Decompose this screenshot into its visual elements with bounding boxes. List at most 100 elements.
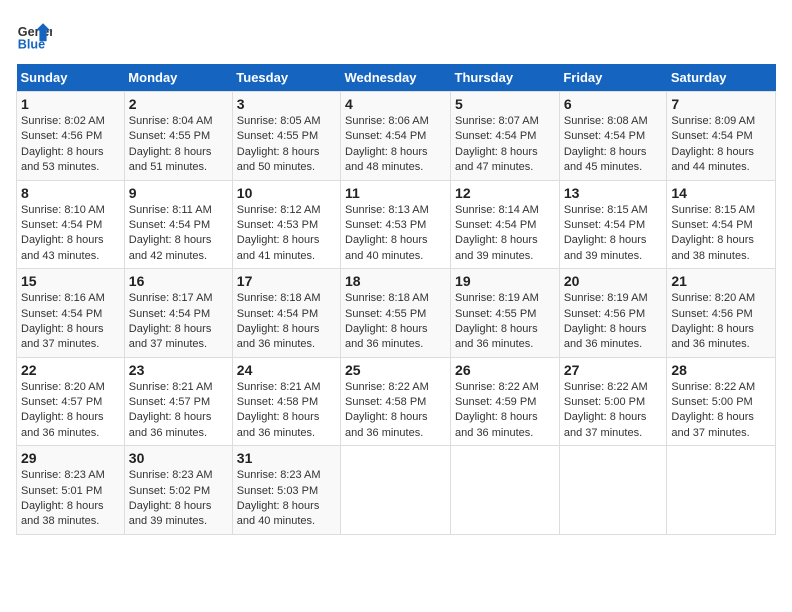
day-number: 14: [671, 185, 771, 201]
day-info: Sunrise: 8:22 AM Sunset: 5:00 PM Dayligh…: [564, 380, 663, 442]
day-info: Sunrise: 8:15 AM Sunset: 4:54 PM Dayligh…: [671, 203, 771, 265]
day-number: 27: [564, 362, 663, 378]
calendar-cell: 3 Sunrise: 8:05 AM Sunset: 4:55 PM Daylig…: [232, 92, 340, 181]
calendar-cell: 6Sunrise: 8:08 AM Sunset: 4:54 PM Daylig…: [559, 92, 667, 181]
day-info: Sunrise: 8:15 AM Sunset: 4:54 PM Dayligh…: [564, 203, 663, 265]
column-header-sunday: Sunday: [17, 64, 125, 92]
column-header-monday: Monday: [124, 64, 232, 92]
calendar-cell: [559, 446, 667, 535]
day-info: Sunrise: 8:21 AM Sunset: 4:57 PM Dayligh…: [129, 380, 228, 442]
calendar-cell: 2 Sunrise: 8:04 AM Sunset: 4:55 PM Daylig…: [124, 92, 232, 181]
calendar-cell: 31Sunrise: 8:23 AM Sunset: 5:03 PM Dayli…: [232, 446, 340, 535]
day-number: 19: [455, 273, 555, 289]
day-number: 22: [21, 362, 120, 378]
day-number: 13: [564, 185, 663, 201]
calendar-cell: 1Sunrise: 8:02 AM Sunset: 4:56 PM Daylig…: [17, 92, 125, 181]
calendar-cell: 12 Sunrise: 8:14 AM Sunset: 4:54 PM Dayli…: [451, 180, 560, 269]
day-info: Sunrise: 8:17 AM Sunset: 4:54 PM Dayligh…: [129, 291, 228, 353]
day-number: 10: [237, 185, 336, 201]
day-number: 26: [455, 362, 555, 378]
day-info: Sunrise: 8:07 AM Sunset: 4:54 PM Dayligh…: [455, 114, 555, 176]
day-info: Sunrise: 8:04 AM Sunset: 4:55 PM Dayligh…: [129, 114, 228, 176]
calendar-cell: 29 Sunrise: 8:23 AM Sunset: 5:01 PM Dayli…: [17, 446, 125, 535]
day-info: Sunrise: 8:23 AM Sunset: 5:03 PM Dayligh…: [237, 468, 336, 530]
day-number: 3: [237, 96, 336, 112]
day-number: 18: [345, 273, 446, 289]
calendar-cell: [667, 446, 776, 535]
week-row-2: 8Sunrise: 8:10 AM Sunset: 4:54 PM Daylig…: [17, 180, 776, 269]
day-info: Sunrise: 8:20 AM Sunset: 4:56 PM Dayligh…: [671, 291, 771, 353]
day-info: Sunrise: 8:13 AM Sunset: 4:53 PM Dayligh…: [345, 203, 446, 265]
calendar-cell: [341, 446, 451, 535]
day-number: 7: [671, 96, 771, 112]
column-header-friday: Friday: [559, 64, 667, 92]
calendar-cell: 21 Sunrise: 8:20 AM Sunset: 4:56 PM Dayli…: [667, 269, 776, 358]
day-info: Sunrise: 8:22 AM Sunset: 4:58 PM Dayligh…: [345, 380, 446, 442]
day-info: Sunrise: 8:06 AM Sunset: 4:54 PM Dayligh…: [345, 114, 446, 176]
day-info: Sunrise: 8:19 AM Sunset: 4:55 PM Dayligh…: [455, 291, 555, 353]
column-headers: SundayMondayTuesdayWednesdayThursdayFrid…: [17, 64, 776, 92]
day-info: Sunrise: 8:22 AM Sunset: 5:00 PM Dayligh…: [671, 380, 771, 442]
day-number: 30: [129, 450, 228, 466]
calendar-cell: 25 Sunrise: 8:22 AM Sunset: 4:58 PM Dayli…: [341, 357, 451, 446]
calendar-table: SundayMondayTuesdayWednesdayThursdayFrid…: [16, 64, 776, 535]
calendar-cell: 18 Sunrise: 8:18 AM Sunset: 4:55 PM Dayli…: [341, 269, 451, 358]
day-info: Sunrise: 8:05 AM Sunset: 4:55 PM Dayligh…: [237, 114, 336, 176]
calendar-cell: 9 Sunrise: 8:11 AM Sunset: 4:54 PM Daylig…: [124, 180, 232, 269]
column-header-saturday: Saturday: [667, 64, 776, 92]
calendar-cell: 7 Sunrise: 8:09 AM Sunset: 4:54 PM Daylig…: [667, 92, 776, 181]
calendar-cell: 13 Sunrise: 8:15 AM Sunset: 4:54 PM Dayli…: [559, 180, 667, 269]
calendar-cell: 15Sunrise: 8:16 AM Sunset: 4:54 PM Dayli…: [17, 269, 125, 358]
day-info: Sunrise: 8:21 AM Sunset: 4:58 PM Dayligh…: [237, 380, 336, 442]
week-row-4: 22 Sunrise: 8:20 AM Sunset: 4:57 PM Dayli…: [17, 357, 776, 446]
week-row-3: 15Sunrise: 8:16 AM Sunset: 4:54 PM Dayli…: [17, 269, 776, 358]
day-info: Sunrise: 8:18 AM Sunset: 4:55 PM Dayligh…: [345, 291, 446, 353]
calendar-cell: 23Sunrise: 8:21 AM Sunset: 4:57 PM Dayli…: [124, 357, 232, 446]
logo-icon: General Blue: [16, 16, 52, 52]
day-number: 9: [129, 185, 228, 201]
day-number: 6: [564, 96, 663, 112]
day-number: 5: [455, 96, 555, 112]
day-info: Sunrise: 8:19 AM Sunset: 4:56 PM Dayligh…: [564, 291, 663, 353]
page-header: General Blue: [16, 16, 776, 52]
calendar-cell: 11 Sunrise: 8:13 AM Sunset: 4:53 PM Dayli…: [341, 180, 451, 269]
week-row-1: 1Sunrise: 8:02 AM Sunset: 4:56 PM Daylig…: [17, 92, 776, 181]
day-info: Sunrise: 8:02 AM Sunset: 4:56 PM Dayligh…: [21, 114, 120, 176]
day-number: 16: [129, 273, 228, 289]
calendar-cell: 5 Sunrise: 8:07 AM Sunset: 4:54 PM Daylig…: [451, 92, 560, 181]
day-info: Sunrise: 8:18 AM Sunset: 4:54 PM Dayligh…: [237, 291, 336, 353]
day-info: Sunrise: 8:23 AM Sunset: 5:02 PM Dayligh…: [129, 468, 228, 530]
day-info: Sunrise: 8:16 AM Sunset: 4:54 PM Dayligh…: [21, 291, 120, 353]
day-number: 2: [129, 96, 228, 112]
day-info: Sunrise: 8:10 AM Sunset: 4:54 PM Dayligh…: [21, 203, 120, 265]
calendar-cell: 16 Sunrise: 8:17 AM Sunset: 4:54 PM Dayli…: [124, 269, 232, 358]
calendar-cell: 28 Sunrise: 8:22 AM Sunset: 5:00 PM Dayli…: [667, 357, 776, 446]
calendar-cell: 22 Sunrise: 8:20 AM Sunset: 4:57 PM Dayli…: [17, 357, 125, 446]
calendar-cell: 30 Sunrise: 8:23 AM Sunset: 5:02 PM Dayli…: [124, 446, 232, 535]
day-number: 4: [345, 96, 446, 112]
calendar-cell: 26 Sunrise: 8:22 AM Sunset: 4:59 PM Dayli…: [451, 357, 560, 446]
calendar-cell: 14 Sunrise: 8:15 AM Sunset: 4:54 PM Dayli…: [667, 180, 776, 269]
day-number: 28: [671, 362, 771, 378]
day-info: Sunrise: 8:11 AM Sunset: 4:54 PM Dayligh…: [129, 203, 228, 265]
calendar-cell: [451, 446, 560, 535]
calendar-cell: 8Sunrise: 8:10 AM Sunset: 4:54 PM Daylig…: [17, 180, 125, 269]
day-info: Sunrise: 8:22 AM Sunset: 4:59 PM Dayligh…: [455, 380, 555, 442]
day-number: 12: [455, 185, 555, 201]
calendar-cell: 10 Sunrise: 8:12 AM Sunset: 4:53 PM Dayli…: [232, 180, 340, 269]
day-info: Sunrise: 8:23 AM Sunset: 5:01 PM Dayligh…: [21, 468, 120, 530]
day-number: 21: [671, 273, 771, 289]
day-info: Sunrise: 8:14 AM Sunset: 4:54 PM Dayligh…: [455, 203, 555, 265]
logo: General Blue: [16, 16, 52, 52]
calendar-cell: 27 Sunrise: 8:22 AM Sunset: 5:00 PM Dayli…: [559, 357, 667, 446]
calendar-cell: 4 Sunrise: 8:06 AM Sunset: 4:54 PM Daylig…: [341, 92, 451, 181]
day-number: 29: [21, 450, 120, 466]
day-info: Sunrise: 8:09 AM Sunset: 4:54 PM Dayligh…: [671, 114, 771, 176]
day-info: Sunrise: 8:20 AM Sunset: 4:57 PM Dayligh…: [21, 380, 120, 442]
day-number: 17: [237, 273, 336, 289]
day-number: 25: [345, 362, 446, 378]
column-header-tuesday: Tuesday: [232, 64, 340, 92]
day-info: Sunrise: 8:12 AM Sunset: 4:53 PM Dayligh…: [237, 203, 336, 265]
day-number: 11: [345, 185, 446, 201]
day-number: 20: [564, 273, 663, 289]
